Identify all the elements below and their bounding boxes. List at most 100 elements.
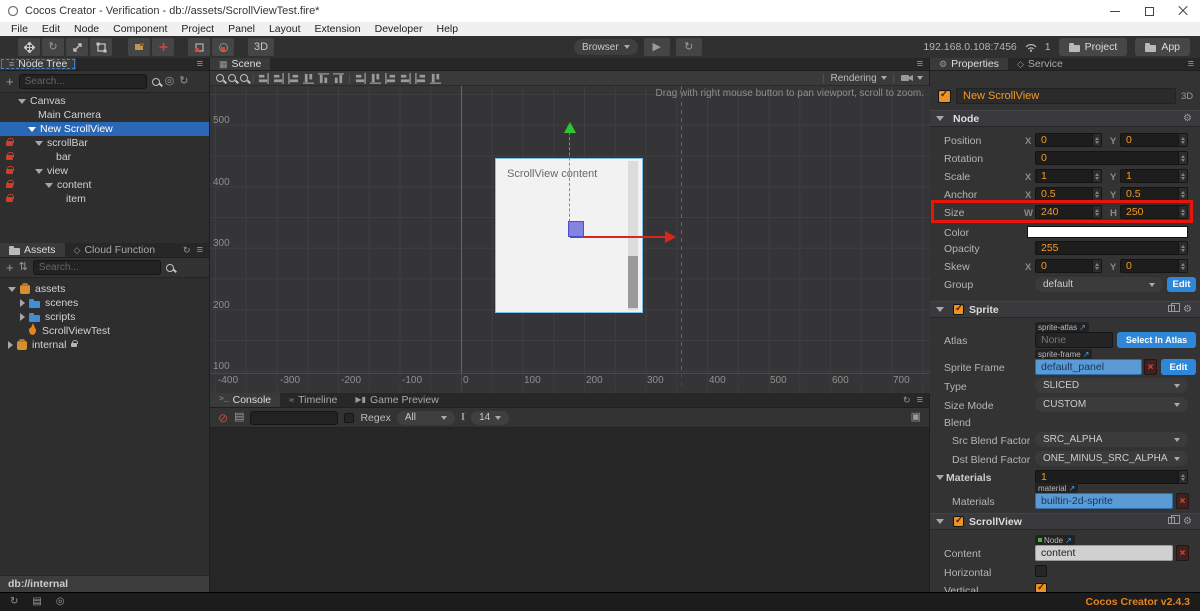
- expand-icon[interactable]: [35, 140, 43, 146]
- distribute-h-icon[interactable]: [355, 73, 366, 84]
- scrollbar-thumb[interactable]: [628, 256, 638, 308]
- expand-icon[interactable]: [28, 126, 36, 132]
- size-mode-dropdown[interactable]: CUSTOM: [1035, 397, 1188, 412]
- mode-3d-button[interactable]: 3D: [248, 38, 274, 56]
- menu-panel[interactable]: Panel: [221, 22, 262, 36]
- node-active-checkbox[interactable]: [938, 89, 951, 103]
- gear-icon[interactable]: ⚙: [1183, 113, 1192, 124]
- tree-row-view[interactable]: view: [0, 164, 209, 178]
- gizmo-rect-button[interactable]: [188, 38, 210, 56]
- distribute-left-icon[interactable]: [385, 73, 396, 84]
- materials-count-input[interactable]: 1: [1035, 470, 1188, 484]
- align-middle-icon[interactable]: [318, 73, 329, 84]
- tree-row-item[interactable]: item: [0, 192, 209, 206]
- expand-icon[interactable]: [8, 341, 13, 349]
- collapse-icon[interactable]: [936, 116, 944, 121]
- asset-row-internal[interactable]: internal: [0, 338, 209, 352]
- tab-properties[interactable]: ⚙ Properties: [930, 58, 1008, 70]
- copy-icon[interactable]: [1168, 514, 1181, 524]
- spinner[interactable]: [1178, 134, 1187, 146]
- asset-row-scrollviewtest[interactable]: ScrollViewTest: [0, 323, 209, 338]
- locate-icon[interactable]: ◎: [165, 76, 175, 87]
- align-center-h-icon[interactable]: [273, 73, 284, 84]
- copy-icon[interactable]: [1168, 302, 1181, 312]
- asset-row-scenes[interactable]: scenes: [0, 296, 209, 310]
- sprite-section-header[interactable]: Sprite ⚙: [930, 301, 1200, 318]
- distribute-bottom-icon[interactable]: [430, 73, 441, 84]
- external-link-icon[interactable]: ↗: [1083, 350, 1090, 359]
- atlas-field[interactable]: None: [1035, 332, 1113, 348]
- src-blend-dropdown[interactable]: SRC_ALPHA: [1035, 432, 1188, 447]
- preview-target-dropdown[interactable]: Browser: [574, 39, 638, 55]
- search-icon[interactable]: [165, 263, 174, 272]
- scale-y-input[interactable]: 1: [1120, 169, 1188, 183]
- gizmo-center-handle[interactable]: [568, 221, 584, 237]
- dst-blend-dropdown[interactable]: ONE_MINUS_SRC_ALPHA: [1035, 451, 1188, 466]
- gizmo-center-button[interactable]: [212, 38, 234, 56]
- expand-icon[interactable]: [20, 299, 25, 307]
- panel-menu-icon[interactable]: ≡: [917, 58, 923, 70]
- gear-icon[interactable]: ⚙: [1183, 516, 1192, 527]
- opacity-input[interactable]: 255: [1035, 241, 1188, 255]
- menu-help[interactable]: Help: [430, 22, 466, 36]
- scrollview-section-header[interactable]: ScrollView ⚙: [930, 513, 1200, 530]
- expand-icon[interactable]: [45, 182, 53, 188]
- menu-extension[interactable]: Extension: [308, 22, 368, 36]
- minimize-button[interactable]: [1098, 0, 1132, 22]
- open-app-button[interactable]: App: [1135, 38, 1190, 56]
- node-search-input[interactable]: [18, 74, 147, 89]
- refresh-icon[interactable]: ↻: [179, 76, 188, 87]
- expand-icon[interactable]: [35, 168, 43, 174]
- regex-checkbox[interactable]: [344, 412, 355, 423]
- spinner[interactable]: [1178, 260, 1187, 272]
- console-filter-input[interactable]: [250, 410, 339, 425]
- play-button[interactable]: ▶: [643, 38, 670, 56]
- rendering-dropdown[interactable]: Rendering: [831, 73, 887, 84]
- horizontal-checkbox[interactable]: [1035, 565, 1047, 577]
- asset-db-icon[interactable]: ▤: [32, 597, 41, 607]
- spinner[interactable]: [1092, 188, 1101, 200]
- tab-service[interactable]: ◇ Service: [1008, 58, 1072, 70]
- tree-row-new-scrollview[interactable]: New ScrollView: [0, 122, 209, 136]
- select-in-atlas-button[interactable]: Select In Atlas: [1117, 332, 1196, 348]
- asset-row-scripts[interactable]: scripts: [0, 310, 209, 324]
- tab-node-tree[interactable]: ≡ Node Tree: [0, 58, 77, 70]
- scroll-lock-icon[interactable]: ▣: [911, 412, 921, 423]
- tab-timeline[interactable]: ≈ Timeline: [280, 393, 346, 407]
- tree-row-bar[interactable]: bar: [0, 150, 209, 164]
- align-right-icon[interactable]: [288, 73, 299, 84]
- spinner[interactable]: [1178, 242, 1187, 254]
- console-output[interactable]: [210, 428, 929, 592]
- skew-y-input[interactable]: 0: [1120, 259, 1188, 273]
- refresh-icon[interactable]: ↻: [903, 395, 911, 405]
- move-tool-button[interactable]: [18, 38, 40, 56]
- skew-x-input[interactable]: 0: [1035, 259, 1102, 273]
- collapse-icon[interactable]: [936, 519, 944, 524]
- spinner[interactable]: [1178, 206, 1187, 218]
- spinner[interactable]: [1178, 170, 1187, 182]
- rotate-tool-button[interactable]: ↻: [42, 38, 64, 56]
- external-link-icon[interactable]: ↗: [1065, 536, 1072, 545]
- tree-row-main-camera[interactable]: Main Camera: [0, 108, 209, 122]
- menu-edit[interactable]: Edit: [35, 22, 67, 36]
- panel-menu-icon[interactable]: ≡: [917, 394, 923, 406]
- add-asset-button[interactable]: +: [6, 261, 14, 274]
- tab-cloud-function[interactable]: ◇ Cloud Function: [65, 243, 165, 257]
- tree-row-canvas[interactable]: Canvas: [0, 94, 209, 108]
- compile-status-icon[interactable]: ↻: [10, 597, 18, 607]
- tab-game-preview[interactable]: ▶▮ Game Preview: [346, 393, 447, 407]
- zoom-out-icon[interactable]: [240, 74, 248, 82]
- spinner[interactable]: [1092, 134, 1101, 146]
- menu-layout[interactable]: Layout: [262, 22, 308, 36]
- tab-assets[interactable]: Assets: [0, 243, 65, 257]
- expand-icon[interactable]: [20, 313, 25, 321]
- log-file-icon[interactable]: ▤: [234, 412, 244, 423]
- clear-material-button[interactable]: ×: [1176, 493, 1189, 509]
- position-y-input[interactable]: 0: [1120, 133, 1188, 147]
- scene-viewport[interactable]: Drag with right mouse button to pan view…: [210, 86, 930, 393]
- spinner[interactable]: [1092, 260, 1101, 272]
- group-edit-button[interactable]: Edit: [1167, 277, 1196, 292]
- position-x-input[interactable]: 0: [1035, 133, 1102, 147]
- distribute-center-icon[interactable]: [400, 73, 411, 84]
- sort-icon[interactable]: ⇅: [19, 262, 28, 273]
